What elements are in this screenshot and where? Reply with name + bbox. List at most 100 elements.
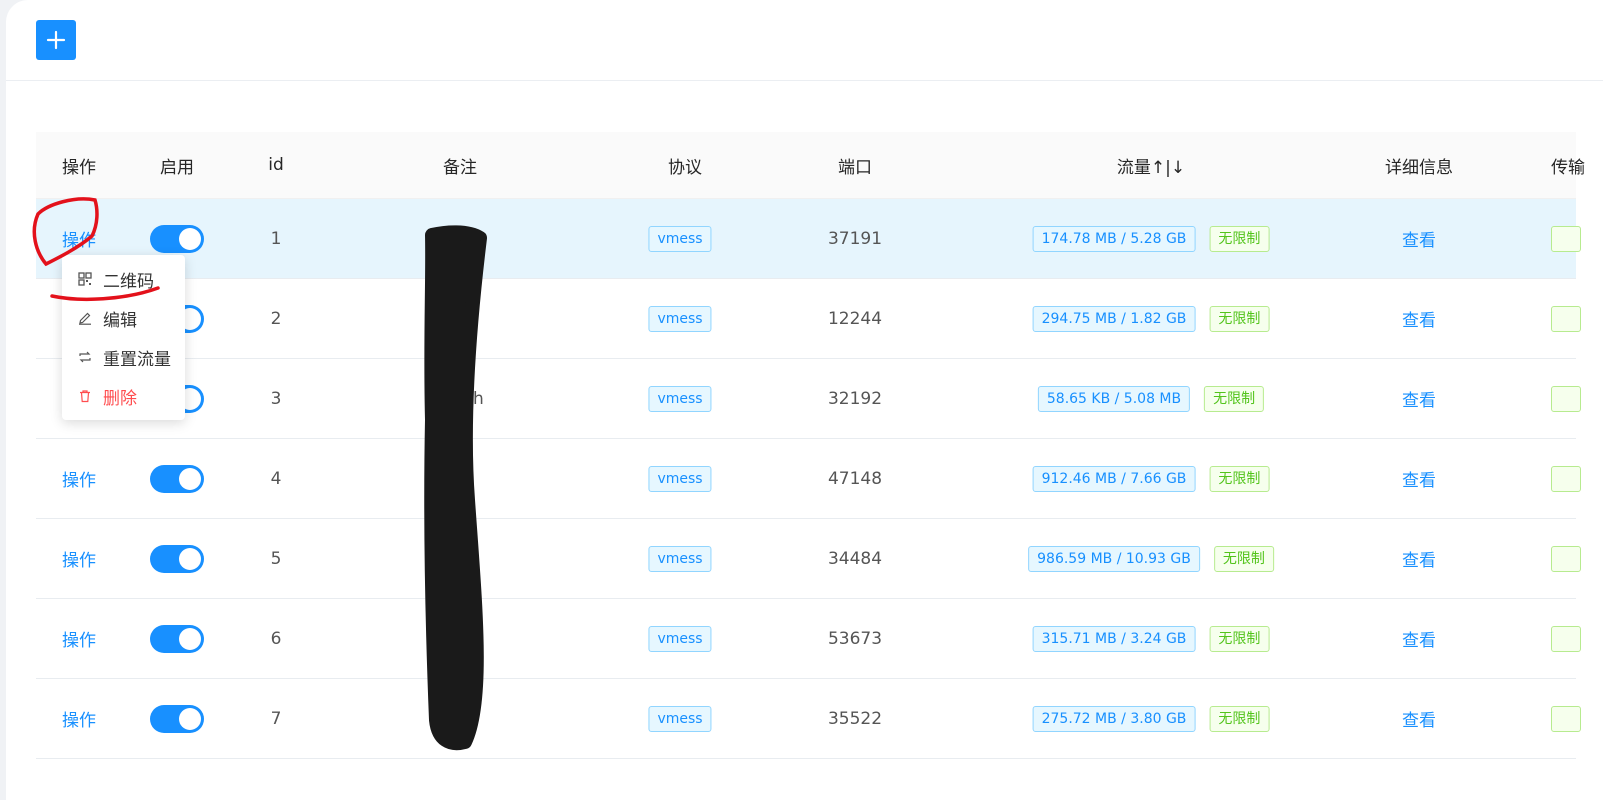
protocol-tag: vmess [648,705,712,732]
transport-tag [1551,705,1582,732]
row-action-link[interactable]: 操作 [62,679,96,758]
row-enable-cell [150,519,204,598]
protocol-tag: vmess [648,225,712,252]
row-protocol-cell: vmess [648,679,712,758]
row-id: 4 [270,468,282,489]
row-protocol-cell: vmess [648,359,712,438]
delete-icon [77,388,93,404]
row-traffic-cell: 315.71 MB / 3.24 GB 无限制 [1032,599,1270,678]
row-enable-cell [150,439,204,518]
table-row: 操作 7 vmess 35522 275.72 MB / 3.80 GB 无限制 查看 [36,679,1582,759]
header-details: 详细信息 [1385,157,1453,178]
row-port: 35522 [827,708,883,729]
row-transport-cell [1551,519,1582,598]
protocol-tag: vmess [648,625,712,652]
transport-tag [1551,305,1582,332]
transport-tag [1551,625,1582,652]
row-protocol-cell: vmess [648,439,712,518]
menu-item-edit[interactable]: 编辑 [62,300,185,336]
row-id: 6 [270,628,282,649]
row-transport-cell [1551,359,1582,438]
row-details-link[interactable]: 查看 [1402,439,1436,518]
row-protocol-cell: vmess [648,599,712,678]
transport-tag [1551,385,1582,412]
header-remark: 备注 [443,157,477,178]
menu-item-label: 编辑 [103,310,137,331]
row-id: 1 [270,228,282,249]
row-traffic-cell: 294.75 MB / 1.82 GB 无限制 [1032,279,1270,358]
traffic-tag: 912.46 MB / 7.66 GB [1032,465,1196,492]
row-port: 32192 [827,388,883,409]
edit-icon [77,310,93,326]
reset-icon [77,349,93,365]
row-action-link[interactable]: 操作 [62,599,96,678]
row-transport-cell [1551,679,1582,758]
menu-item-label: 重置流量 [103,349,171,370]
row-protocol-cell: vmess [648,279,712,358]
row-transport-cell [1551,439,1582,518]
table-header: 操作 启用 id 备注 协议 端口 流量↑|↓ 详细信息 传输 [36,132,1585,199]
transport-tag [1551,225,1582,252]
limit-tag: 无限制 [1209,705,1270,732]
toolbar-divider [6,80,1603,81]
traffic-tag: 986.59 MB / 10.93 GB [1028,545,1200,572]
protocol-tag: vmess [648,545,712,572]
traffic-tag: 315.71 MB / 3.24 GB [1032,625,1196,652]
row-id: 5 [270,548,282,569]
row-traffic-cell: 174.78 MB / 5.28 GB 无限制 [1032,199,1270,278]
row-transport-cell [1551,199,1582,278]
protocol-tag: vmess [648,385,712,412]
main-card: 操作 启用 id 备注 协议 端口 流量↑|↓ 详细信息 传输 操作 1 b n vm… [6,0,1603,800]
table-row: 操作 5 vmess 34484 986.59 MB / 10.93 GB 无限制 查看 [36,519,1582,599]
row-details-link[interactable]: 查看 [1402,599,1436,678]
row-details-link[interactable]: 查看 [1402,359,1436,438]
limit-tag: 无限制 [1209,305,1270,332]
toggle-knob [179,707,201,730]
header-transport: 传输 [1551,157,1585,178]
row-enable-cell [150,679,204,758]
toggle-knob [179,467,201,490]
menu-item-label: 二维码 [103,271,154,292]
enable-toggle[interactable] [150,544,204,573]
row-protocol-cell: vmess [648,519,712,598]
add-button[interactable] [36,20,76,60]
header-traffic-sort[interactable]: 流量↑|↓ [1117,132,1185,198]
traffic-tag: 275.72 MB / 3.80 GB [1032,705,1196,732]
row-port: 12244 [827,308,883,329]
row-port: 37191 [827,228,883,249]
header-port: 端口 [838,157,872,178]
row-details-link[interactable]: 查看 [1402,519,1436,598]
row-transport-cell [1551,279,1582,358]
menu-item-delete[interactable]: 删除 [62,378,185,414]
table-row: 操作2rs dvmess12244294.75 MB / 1.82 GB无限制查… [36,279,1582,359]
table-row: 操作 4 vmess 47148 912.46 MB / 7.66 GB 无限制 查看 [36,439,1582,519]
row-action-link[interactable]: 操作 [62,519,96,598]
inbound-table: 操作 启用 id 备注 协议 端口 流量↑|↓ 详细信息 传输 操作 1 b n vm… [36,132,1585,759]
row-traffic-cell: 912.46 MB / 7.66 GB 无限制 [1032,439,1270,518]
enable-toggle[interactable] [150,624,204,653]
enable-toggle[interactable] [150,464,204,493]
row-action-link[interactable]: 操作 [62,439,96,518]
row-id: 7 [270,708,282,729]
action-dropdown-menu: 二维码 编辑 重置流量 删除 [62,255,185,420]
menu-item-label: 删除 [103,388,137,409]
menu-item-qrcode[interactable]: 二维码 [62,261,185,297]
menu-item-reset-traffic[interactable]: 重置流量 [62,339,185,375]
row-traffic-cell: 275.72 MB / 3.80 GB 无限制 [1032,679,1270,758]
row-details-link[interactable]: 查看 [1402,679,1436,758]
table-body: 操作 1 b n vmess 37191 174.78 MB / 5.28 GB 无限制 查看… [36,199,1582,759]
protocol-tag: vmess [648,305,712,332]
enable-toggle[interactable] [150,224,204,253]
row-details-link[interactable]: 查看 [1402,199,1436,278]
table-row: 操作 1 b n vmess 37191 174.78 MB / 5.28 GB 无限制 查看 [36,199,1582,279]
limit-tag: 无限制 [1209,625,1270,652]
table-row: 操作 6 vmess 53673 315.71 MB / 3.24 GB 无限制 查看 [36,599,1582,679]
header-id: id [268,155,284,175]
row-port: 53673 [827,628,883,649]
traffic-tag: 294.75 MB / 1.82 GB [1032,305,1196,332]
row-port: 47148 [827,468,883,489]
plus-icon [46,30,66,50]
enable-toggle[interactable] [150,704,204,733]
transport-tag [1551,465,1582,492]
row-details-link[interactable]: 查看 [1402,279,1436,358]
